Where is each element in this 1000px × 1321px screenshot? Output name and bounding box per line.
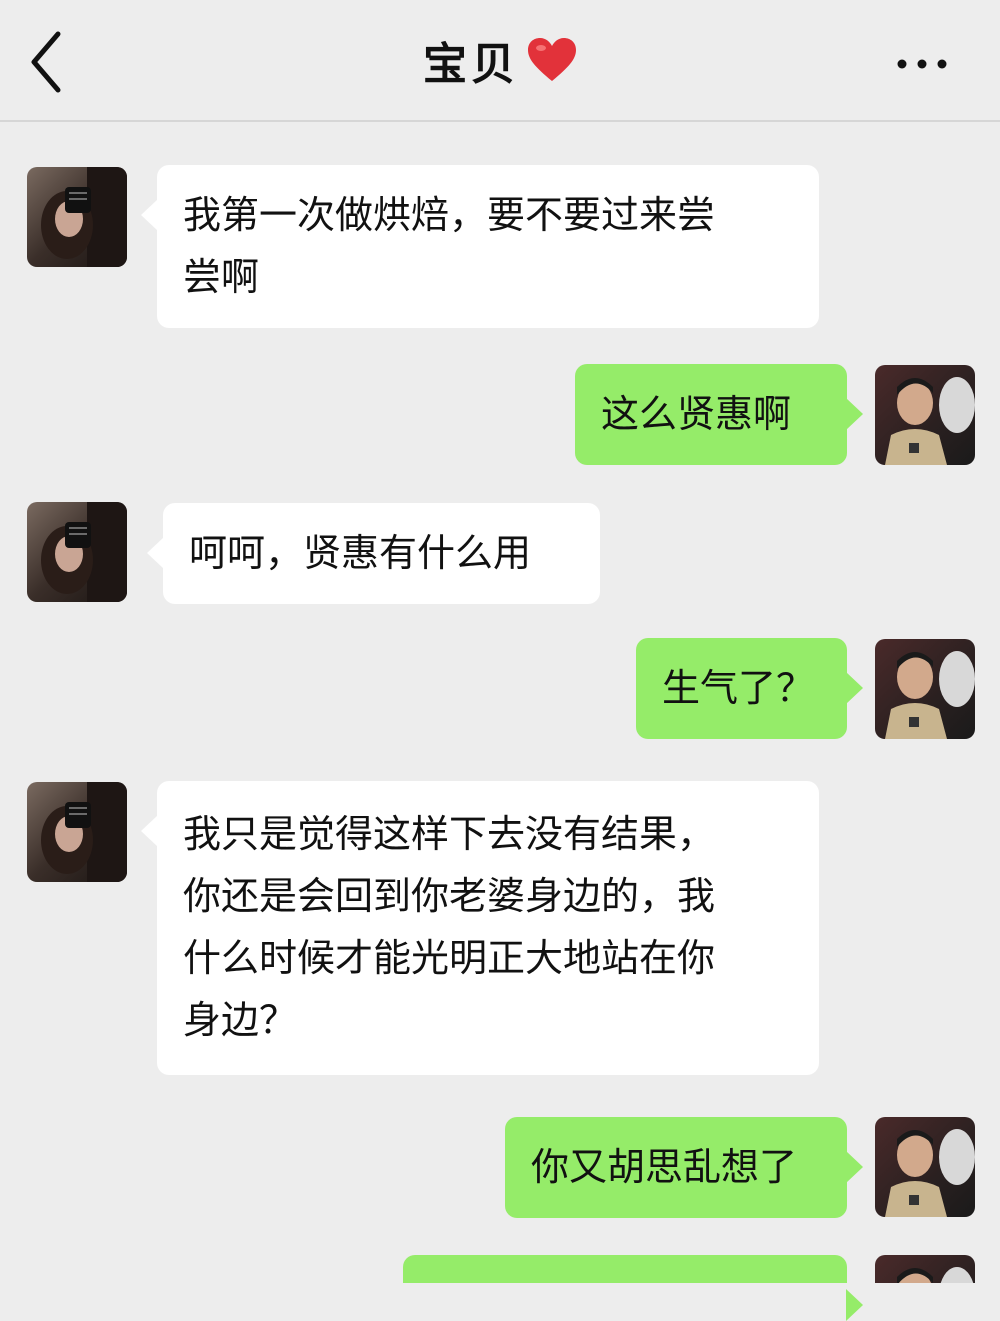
contact-avatar[interactable] <box>27 502 127 602</box>
message-text: 我第一次做烘焙，要不要过来尝 <box>183 193 716 237</box>
more-dots-icon <box>897 59 947 69</box>
message-bubble-outgoing[interactable]: 你又胡思乱想了 <box>505 1117 863 1218</box>
message-bubble-outgoing[interactable]: 生气了？ <box>636 638 863 739</box>
heart-icon <box>527 37 577 83</box>
user-avatar[interactable] <box>875 1255 975 1283</box>
message-text: 呵呵，贤惠有什么用 <box>189 531 532 575</box>
message-text: 身边？ <box>183 998 298 1042</box>
message-bubble-incoming[interactable]: 呵呵，贤惠有什么用 <box>147 503 600 604</box>
message-bubble-outgoing[interactable]: 这么贤惠啊 <box>575 364 863 465</box>
user-avatar[interactable] <box>875 639 975 739</box>
message-bubble-incoming[interactable]: 我第一次做烘焙，要不要过来尝 尝啊 <box>141 165 819 328</box>
message-text: 这么贤惠啊 <box>601 392 792 436</box>
back-button[interactable] <box>22 24 74 100</box>
more-options-button[interactable] <box>892 44 952 80</box>
message-text: 尝啊 <box>183 255 260 299</box>
contact-avatar[interactable] <box>27 782 127 882</box>
contact-avatar[interactable] <box>27 167 127 267</box>
user-avatar[interactable] <box>875 365 975 465</box>
user-avatar[interactable] <box>875 1117 975 1217</box>
message-bubble-incoming[interactable]: 我只是觉得这样下去没有结果， 你还是会回到你老婆身边的，我 什么时候才能光明正大… <box>141 781 819 1075</box>
chat-title: 宝贝 <box>423 39 519 90</box>
message-text: 你又胡思乱想了 <box>531 1145 798 1189</box>
message-bubble-outgoing[interactable] <box>403 1255 863 1321</box>
chat-header: 宝贝 <box>0 0 1000 122</box>
message-text: 我只是觉得这样下去没有结果， <box>183 812 716 856</box>
chevron-left-icon <box>31 31 61 93</box>
message-text: 生气了？ <box>662 666 815 710</box>
message-text: 你还是会回到你老婆身边的，我 <box>183 874 716 918</box>
message-text: 什么时候才能光明正大地站在你 <box>183 936 716 980</box>
